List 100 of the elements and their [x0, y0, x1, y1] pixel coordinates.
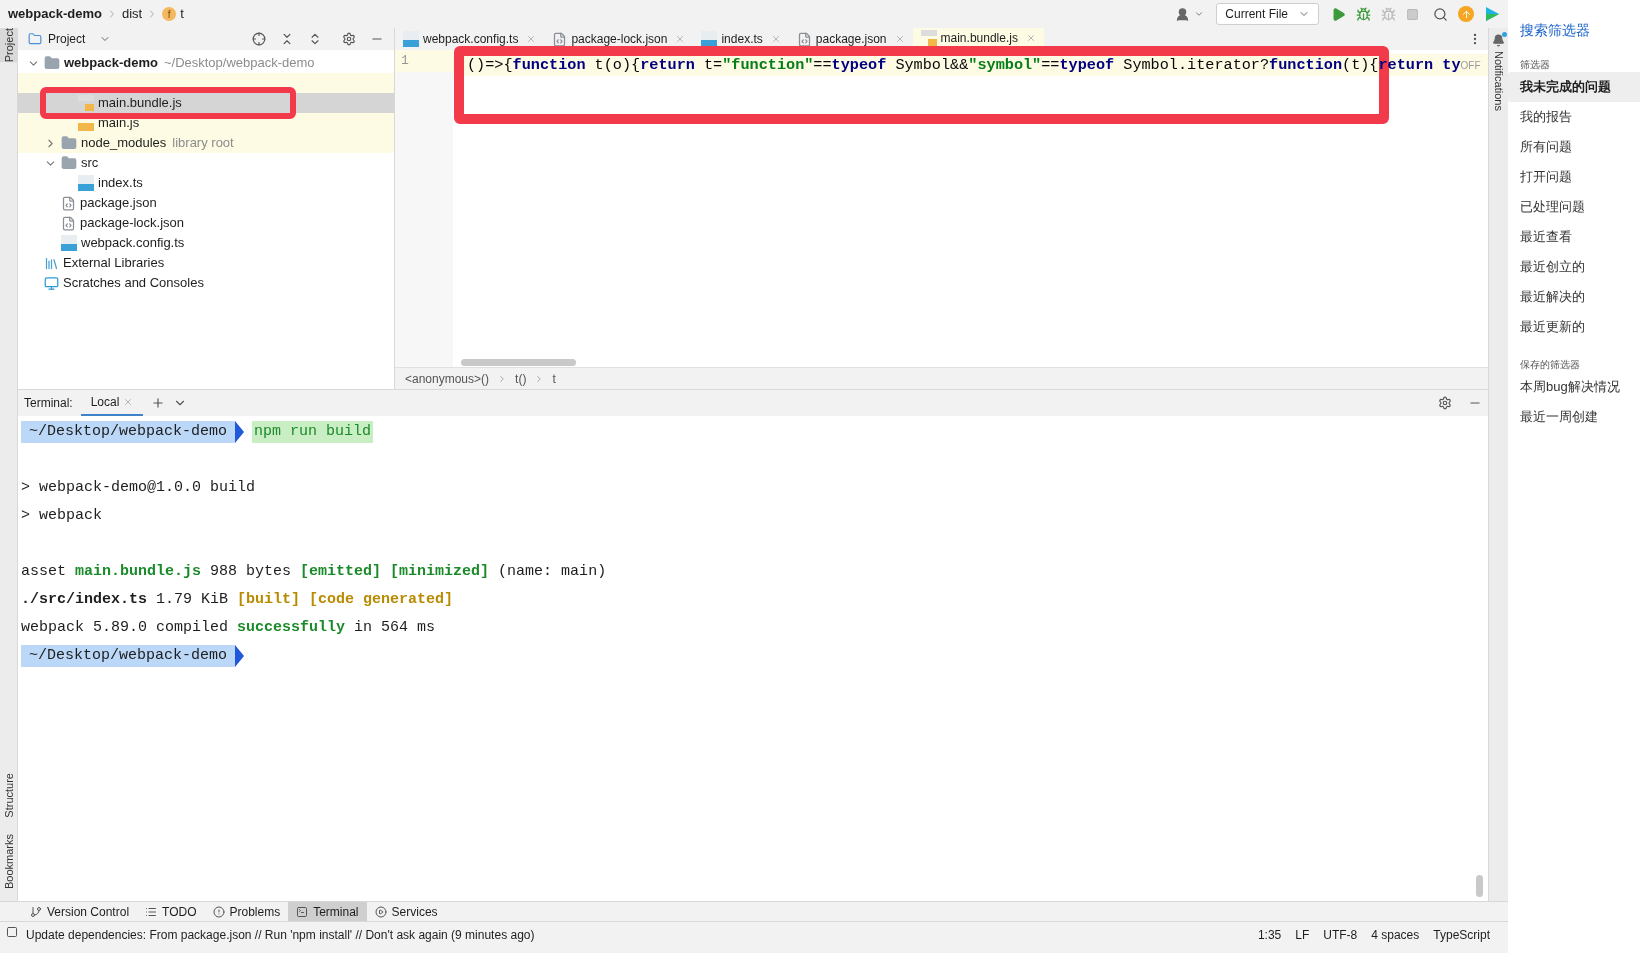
prompt-arrow-icon	[235, 645, 245, 667]
status-item[interactable]: TypeScript	[1433, 926, 1490, 944]
filter-item[interactable]: 我未完成的问题	[1508, 72, 1640, 102]
status-message[interactable]: Update dependencies: From package.json // Run 'npm install' // Don't ask again (9 minutes ago)	[26, 926, 535, 944]
run-config-dropdown[interactable]: Current File	[1216, 3, 1319, 25]
terminal-session-tab[interactable]: Local	[80, 390, 144, 416]
scratches-icon	[44, 275, 59, 291]
tool-window-tab[interactable]: Bookmarks	[0, 833, 18, 889]
debug-icon[interactable]	[1356, 6, 1371, 22]
json-file-icon	[61, 215, 76, 231]
path-hint: ~/Desktop/webpack-demo	[163, 54, 315, 73]
terminal-line: > webpack-demo@1.0.0 build	[21, 477, 256, 498]
editor-tab[interactable]: index.ts	[693, 28, 789, 50]
terminal-line: ./src/index.ts 1.79 KiB [built] [code generated]	[21, 589, 454, 610]
tree-item[interactable]: main.bundle.js	[18, 93, 394, 113]
tree-item[interactable]: External Libraries	[18, 253, 394, 273]
typescript-file-icon	[701, 31, 718, 47]
notification-bell-icon[interactable]	[1492, 34, 1505, 47]
binary-file-icon	[920, 30, 937, 46]
file-name: main.bundle.js	[98, 94, 182, 113]
tree-item[interactable]: webpack.config.ts	[18, 233, 394, 253]
run-icon[interactable]	[1331, 6, 1346, 22]
vertical-scrollbar[interactable]	[1476, 875, 1483, 897]
settings-icon[interactable]	[1438, 396, 1452, 410]
collapse-all-icon[interactable]	[280, 32, 294, 46]
status-item[interactable]: LF	[1295, 926, 1310, 944]
tool-tab[interactable]: TODO	[137, 901, 205, 922]
close-icon[interactable]	[526, 34, 537, 44]
terminal-title: Terminal:	[24, 395, 73, 412]
alert-icon	[212, 905, 225, 918]
code-breadcrumb[interactable]: t	[552, 369, 556, 388]
tree-item[interactable]: package-lock.json	[18, 213, 394, 233]
terminal-command: npm run build	[252, 421, 374, 443]
tree-item[interactable]: src	[18, 153, 394, 173]
prompt-path: ~/Desktop/webpack-demo	[21, 421, 236, 443]
tree-item[interactable]: Scratches and Consoles	[18, 273, 394, 293]
play-circle-icon	[374, 905, 387, 918]
tool-window-tab[interactable]: Project	[0, 28, 18, 63]
horizontal-scrollbar[interactable]	[461, 358, 576, 366]
close-icon[interactable]	[675, 34, 686, 44]
coverage-icon[interactable]	[1381, 6, 1396, 22]
stop-icon[interactable]	[1406, 7, 1419, 21]
filter-item[interactable]: 最近创立的	[1508, 252, 1640, 282]
binary-file-icon	[78, 95, 94, 111]
panel-toggle-icon[interactable]	[6, 926, 18, 938]
filter-item[interactable]: 所有问题	[1508, 132, 1640, 162]
status-item[interactable]: UTF-8	[1323, 926, 1358, 944]
terminal-line: > webpack	[21, 505, 102, 526]
panel-title[interactable]: Project	[48, 30, 86, 48]
status-item[interactable]: 4 spaces	[1371, 926, 1420, 944]
editor-tab[interactable]: package-lock.json	[544, 28, 694, 50]
search-icon[interactable]	[1433, 6, 1448, 22]
code-breadcrumb[interactable]: t()	[515, 369, 527, 388]
file-name: main.js	[98, 114, 140, 133]
search-filters-link[interactable]: 搜索筛选器	[1508, 18, 1640, 42]
tool-tab[interactable]: Problems	[204, 901, 289, 922]
tool-tab[interactable]: Services	[366, 901, 446, 922]
tree-item[interactable]: package.json	[18, 193, 394, 213]
close-icon[interactable]	[123, 397, 134, 407]
add-icon[interactable]	[151, 396, 166, 410]
filter-item[interactable]: 已处理问题	[1508, 192, 1640, 222]
breadcrumb-item[interactable]: webpack-demo	[8, 4, 102, 24]
terminal-line: asset main.bundle.js 988 bytes [emitted] [minimized] (name: main)	[21, 561, 607, 582]
close-icon[interactable]	[894, 34, 905, 44]
locate-icon[interactable]	[252, 32, 266, 46]
filter-item[interactable]: 本周bug解决情况	[1508, 372, 1640, 402]
filter-item[interactable]: 我的报告	[1508, 102, 1640, 132]
status-item[interactable]: 1:35	[1257, 926, 1282, 944]
tree-item[interactable]: webpack-demo ~/Desktop/webpack-demo	[18, 53, 394, 73]
filter-item[interactable]: 打开问题	[1508, 162, 1640, 192]
file-name: webpack-demo	[64, 54, 158, 73]
close-icon[interactable]	[770, 34, 781, 44]
filter-item[interactable]: 最近查看	[1508, 222, 1640, 252]
filter-item[interactable]: 最近解决的	[1508, 282, 1640, 312]
settings-icon[interactable]	[342, 32, 356, 46]
tree-item[interactable]: node_modules library root	[18, 133, 394, 153]
filter-item[interactable]: 最近更新的	[1508, 312, 1640, 342]
editor-tab[interactable]: package.json	[788, 28, 913, 50]
json-file-icon	[796, 31, 812, 47]
breadcrumb-item[interactable]: dist	[121, 4, 143, 24]
code-breadcrumb[interactable]: <anonymous>()	[405, 369, 490, 388]
editor-tab[interactable]: webpack.config.ts	[395, 28, 545, 50]
file-name: Scratches and Consoles	[63, 274, 204, 293]
file-name: src	[81, 154, 99, 173]
folder-icon	[61, 135, 77, 151]
tree-item[interactable]: index.ts	[18, 173, 394, 193]
tool-tab[interactable]: Version Control	[22, 901, 138, 922]
file-name: index.ts	[98, 174, 143, 193]
close-icon[interactable]	[1025, 33, 1036, 43]
breadcrumb-item[interactable]: t	[180, 4, 184, 24]
account-icon[interactable]	[1175, 6, 1191, 22]
app-logo-icon[interactable]	[1484, 6, 1500, 22]
update-icon[interactable]	[1458, 6, 1474, 22]
tool-tab[interactable]: Terminal	[288, 901, 367, 922]
filter-item[interactable]: 最近一周创建	[1508, 402, 1640, 432]
tool-window-tab[interactable]: Structure	[0, 773, 18, 818]
libraries-icon	[44, 255, 59, 271]
tool-window-tab[interactable]: Notifications	[1490, 51, 1507, 111]
terminal-line: webpack 5.89.0 compiled successfully in 564 ms	[21, 617, 436, 638]
branch-icon	[30, 905, 42, 918]
